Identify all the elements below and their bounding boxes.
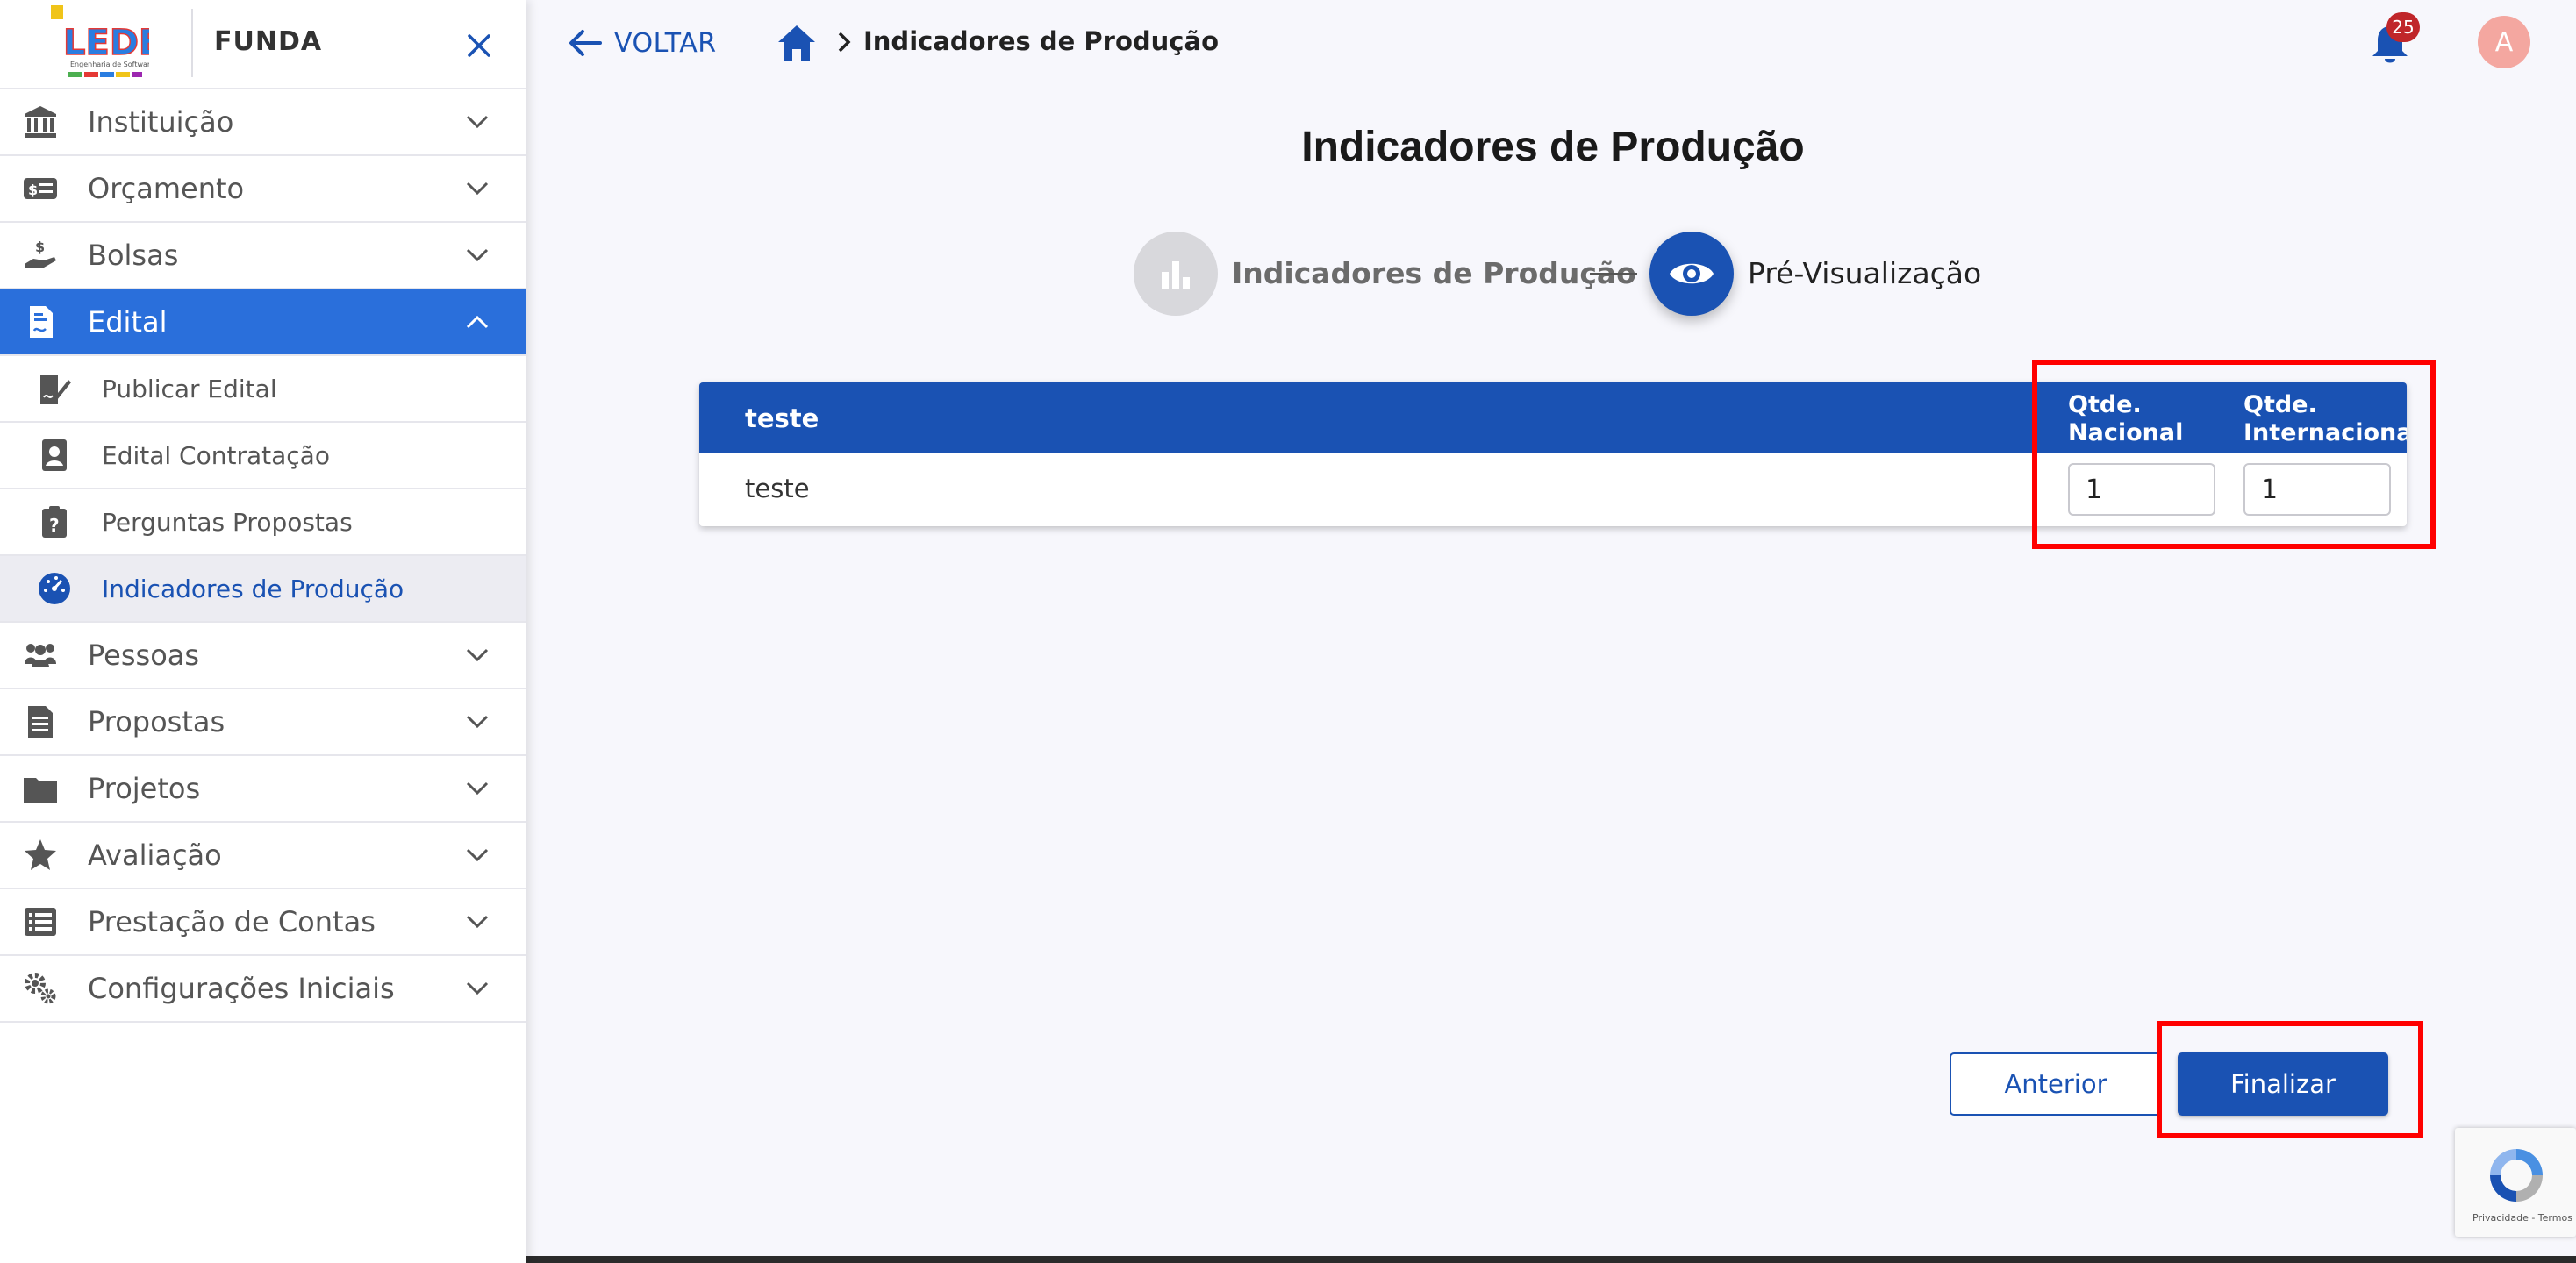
chevron-down-icon [460, 771, 495, 806]
sidebar-item-label: Propostas [88, 705, 225, 739]
sidebar-item-instituicao[interactable]: Instituição [0, 89, 526, 156]
table-header-name: teste [745, 403, 819, 433]
sidebar-header: LEDES Engenharia de Software FUNDA [0, 0, 526, 89]
chevron-down-icon [460, 171, 495, 206]
bar-chart-icon [1162, 261, 1190, 289]
nacional-quantity-input[interactable] [2068, 463, 2215, 516]
avatar[interactable]: A [2478, 16, 2530, 68]
money-icon: $ [21, 169, 60, 208]
svg-text:$: $ [35, 239, 45, 255]
sidebar-item-prestacao-contas[interactable]: Prestação de Contas [0, 889, 526, 956]
sidebar: LEDES Engenharia de Software FUNDA Insti… [0, 0, 526, 1263]
col-header-internacional-line2: Internacional [2243, 419, 2407, 446]
sidebar-subitem-publicar-edital[interactable]: Publicar Edital [0, 356, 526, 423]
col-header-internacional-line1: Qtde. [2243, 391, 2317, 418]
back-label: VOLTAR [614, 27, 717, 59]
chevron-up-icon [460, 304, 495, 339]
sidebar-item-label: Edital [88, 305, 168, 339]
chevron-down-icon [460, 971, 495, 1006]
sign-document-icon [35, 369, 74, 408]
star-icon [21, 836, 60, 874]
sidebar-subitem-label: Perguntas Propostas [102, 507, 353, 537]
previous-button[interactable]: Anterior [1950, 1052, 2162, 1116]
arrow-left-icon [569, 30, 602, 56]
sidebar-item-propostas[interactable]: Propostas [0, 689, 526, 756]
home-icon[interactable] [776, 23, 818, 63]
chevron-down-icon [460, 638, 495, 673]
notification-badge: 25 [2386, 12, 2420, 42]
step-1-circle[interactable] [1134, 232, 1218, 316]
col-header-nacional: Qtde. Nacional [2068, 391, 2183, 447]
ledes-logo: LEDES Engenharia de Software [51, 5, 149, 77]
sidebar-subitem-label: Edital Contratação [102, 440, 330, 470]
table-header: teste Qtde. Nacional Qtde. Internacional [699, 382, 2407, 453]
question-clipboard-icon: ? [35, 503, 74, 541]
recaptcha-text[interactable]: Privacidade - Termos [2472, 1212, 2572, 1224]
chevron-down-icon [460, 104, 495, 139]
sidebar-item-edital[interactable]: Edital [0, 289, 526, 356]
step-1-label: Indicadores de Produção [1232, 256, 1636, 290]
sidebar-subitem-indicadores-producao[interactable]: Indicadores de Produção [0, 556, 526, 623]
chevron-down-icon [460, 704, 495, 739]
col-header-internacional: Qtde. Internacional [2243, 391, 2407, 447]
sidebar-item-avaliacao[interactable]: Avaliação [0, 823, 526, 889]
sidebar-item-pessoas[interactable]: Pessoas [0, 623, 526, 689]
back-button[interactable]: VOLTAR [569, 23, 717, 63]
chevron-right-icon [838, 32, 851, 53]
document-icon [21, 303, 60, 341]
chevron-down-icon [460, 904, 495, 939]
folder-icon [21, 769, 60, 808]
sidebar-subitem-label: Publicar Edital [102, 374, 277, 403]
file-icon [21, 703, 60, 741]
svg-text:?: ? [49, 515, 60, 536]
step-2-circle[interactable] [1649, 232, 1734, 316]
brand-name: FUNDA [214, 26, 323, 57]
page-title: Indicadores de Produção [1301, 124, 1805, 170]
close-sidebar-button[interactable] [456, 23, 502, 68]
sidebar-item-configuracoes[interactable]: Configurações Iniciais [0, 956, 526, 1023]
recaptcha-badge[interactable]: Privacidade - Termos [2455, 1128, 2576, 1237]
recaptcha-icon [2490, 1149, 2543, 1202]
internacional-quantity-input[interactable] [2243, 463, 2391, 516]
svg-text:Engenharia de Software: Engenharia de Software [70, 61, 149, 68]
chevron-down-icon [460, 238, 495, 273]
indicators-table: teste Qtde. Nacional Qtde. Internacional… [699, 382, 2407, 526]
sidebar-subitem-perguntas-propostas[interactable]: ? Perguntas Propostas [0, 489, 526, 556]
bank-icon [21, 103, 60, 141]
breadcrumb-current: Indicadores de Produção [863, 26, 1219, 56]
step-2-label: Pré-Visualização [1748, 256, 1982, 290]
sidebar-subitem-edital-contratacao[interactable]: Edital Contratação [0, 423, 526, 489]
list-icon [21, 903, 60, 941]
sidebar-item-bolsas[interactable]: $ Bolsas [0, 223, 526, 289]
svg-text:LEDES: LEDES [63, 23, 149, 63]
hand-coin-icon: $ [21, 236, 60, 275]
close-icon [468, 34, 490, 57]
gears-icon [21, 969, 60, 1008]
sidebar-item-label: Orçamento [88, 172, 245, 205]
sidebar-item-orcamento[interactable]: $ Orçamento [0, 156, 526, 223]
sidebar-item-label: Pessoas [88, 639, 200, 672]
contact-card-icon [35, 436, 74, 475]
step-connector [1590, 273, 1637, 275]
sidebar-item-label: Bolsas [88, 239, 179, 272]
col-header-nacional-line2: Nacional [2068, 419, 2184, 446]
sidebar-item-label: Avaliação [88, 838, 222, 872]
sidebar-item-label: Configurações Iniciais [88, 972, 395, 1005]
sidebar-item-projetos[interactable]: Projetos [0, 756, 526, 823]
header-divider [191, 9, 193, 77]
finish-button[interactable]: Finalizar [2178, 1052, 2388, 1116]
eye-icon [1670, 263, 1714, 284]
sidebar-item-label: Projetos [88, 772, 201, 805]
sidebar-item-label: Instituição [88, 105, 234, 139]
row-name: teste [745, 474, 810, 503]
gauge-icon [35, 569, 74, 608]
chevron-down-icon [460, 838, 495, 873]
people-icon [21, 636, 60, 674]
sidebar-subitem-label: Indicadores de Produção [102, 574, 404, 603]
sidebar-item-label: Prestação de Contas [88, 905, 376, 938]
svg-text:$: $ [28, 182, 38, 198]
col-header-nacional-line1: Qtde. [2068, 391, 2142, 418]
